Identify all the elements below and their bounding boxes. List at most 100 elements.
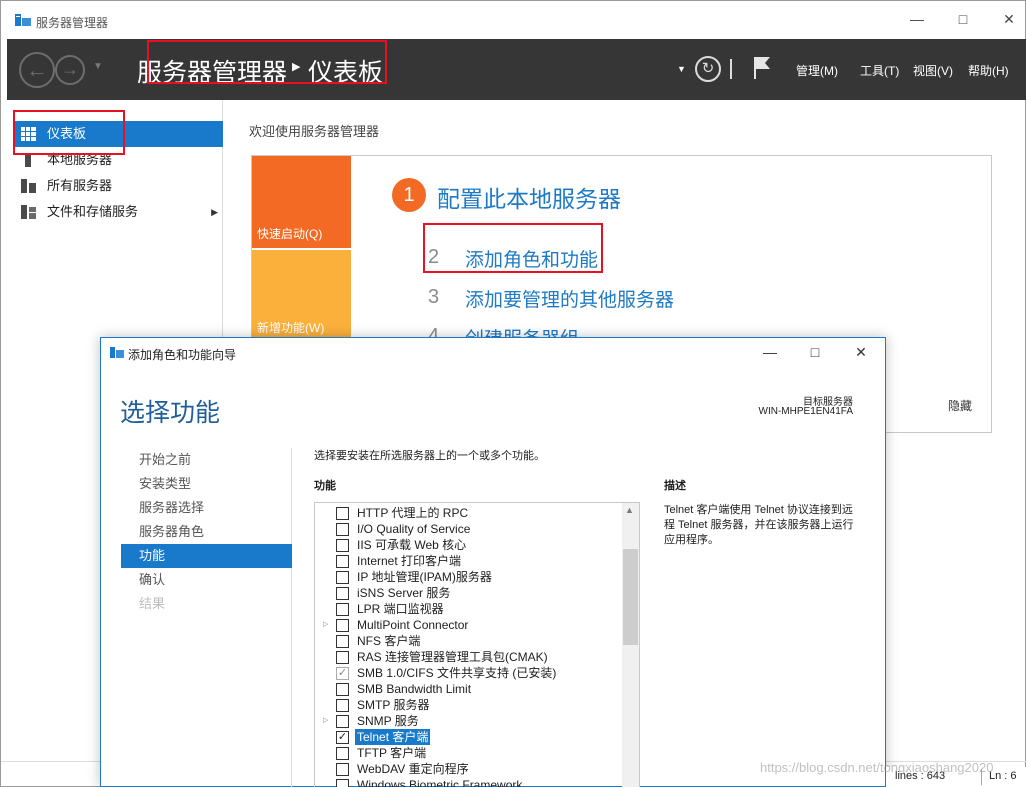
back-arrow-icon[interactable]: ← — [19, 52, 55, 88]
minimize-button[interactable]: — — [906, 11, 928, 31]
feature-row[interactable]: IP 地址管理(IPAM)服务器 — [315, 569, 621, 585]
feature-row[interactable]: I/O Quality of Service — [315, 521, 621, 537]
feature-checkbox[interactable] — [336, 699, 349, 712]
feature-checkbox[interactable] — [336, 651, 349, 664]
feature-label: MultiPoint Connector — [357, 618, 469, 632]
menu-tools[interactable]: 工具(T) — [860, 62, 899, 79]
add-roles-wizard-dialog: 添加角色和功能向导 — □ ✕ 选择功能 目标服务器 WIN-MHPE1EN41… — [100, 337, 886, 787]
feature-row[interactable]: SMB Bandwidth Limit — [315, 681, 621, 697]
close-button[interactable]: ✕ — [998, 11, 1020, 31]
whats-new-tile[interactable]: 新增功能(W) — [252, 250, 351, 342]
features-scrollbar[interactable]: ▲ — [622, 503, 639, 787]
feature-checkbox[interactable] — [336, 523, 349, 536]
feature-checkbox[interactable] — [336, 779, 349, 787]
wizard-maximize-button[interactable]: □ — [805, 344, 825, 362]
feature-checkbox[interactable] — [336, 539, 349, 552]
breadcrumb-dropdown-icon[interactable]: ▼ — [677, 64, 686, 74]
notifications-flag-icon[interactable] — [752, 56, 772, 80]
feature-label: HTTP 代理上的 RPC — [357, 506, 469, 520]
step3-number: 3 — [428, 286, 440, 308]
add-servers-link[interactable]: 添加要管理的其他服务器 — [465, 285, 674, 312]
target-server-name: WIN-MHPE1EN41FA — [758, 406, 853, 417]
feature-label: I/O Quality of Service — [357, 522, 471, 536]
expand-arrow-icon[interactable]: ▷ — [323, 713, 328, 729]
sidebar-item-file-storage[interactable]: 文件和存储服务 ▶ — [13, 199, 223, 225]
step-results: 结果 — [139, 596, 166, 611]
feature-checkbox[interactable] — [336, 683, 349, 696]
feature-row[interactable]: IIS 可承载 Web 核心 — [315, 537, 621, 553]
maximize-button[interactable]: □ — [952, 11, 974, 31]
feature-row[interactable]: TFTP 客户端 — [315, 745, 621, 761]
refresh-icon[interactable]: ↻ — [695, 56, 721, 82]
feature-checkbox[interactable] — [336, 587, 349, 600]
features-list[interactable]: HTTP 代理上的 RPC I/O Quality of Service IIS 可… — [314, 502, 640, 787]
feature-label: SMB 1.0/CIFS 文件共享支持 (已安装) — [357, 666, 557, 680]
server-icon — [25, 153, 31, 167]
feature-row[interactable]: WebDAV 重定向程序 — [315, 761, 621, 777]
description-header: 描述 — [664, 480, 686, 492]
feature-checkbox[interactable] — [336, 571, 349, 584]
feature-row[interactable]: ▷ SNMP 服务 — [315, 713, 621, 729]
feature-checkbox[interactable] — [336, 555, 349, 568]
feature-label: RAS 连接管理器管理工具包(CMAK) — [357, 650, 548, 664]
feature-label: Windows Biometric Framework — [357, 778, 523, 787]
wizard-minimize-button[interactable]: — — [760, 344, 780, 362]
sidebar-item-label: 文件和存储服务 — [47, 204, 139, 219]
watermark: https://blog.csdn.net/tongxiaoshang2020 — [760, 760, 994, 775]
step-installation-type[interactable]: 安装类型 — [121, 472, 292, 496]
scroll-thumb[interactable] — [623, 549, 638, 645]
feature-checkbox[interactable] — [336, 619, 349, 632]
feature-row[interactable]: Internet 打印客户端 — [315, 553, 621, 569]
step-confirmation[interactable]: 确认 — [121, 568, 292, 592]
quick-start-tile[interactable]: 快速启动(Q) — [252, 156, 351, 248]
feature-row[interactable]: iSNS Server 服务 — [315, 585, 621, 601]
scroll-up-icon[interactable]: ▲ — [625, 505, 634, 515]
step-server-selection[interactable]: 服务器选择 — [121, 496, 292, 520]
feature-row[interactable]: SMTP 服务器 — [315, 697, 621, 713]
feature-label: SNMP 服务 — [357, 714, 419, 728]
wizard-heading: 选择功能 — [120, 399, 221, 427]
quick-start-label: 快速启动(Q) — [257, 227, 323, 241]
feature-row[interactable]: ▷ MultiPoint Connector — [315, 617, 621, 633]
feature-checkbox: ✓ — [336, 667, 349, 680]
feature-row[interactable]: Windows Biometric Framework — [315, 777, 621, 787]
feature-row[interactable]: HTTP 代理上的 RPC — [315, 505, 621, 521]
feature-checkbox[interactable] — [336, 507, 349, 520]
step-server-roles[interactable]: 服务器角色 — [121, 520, 292, 544]
whats-new-label: 新增功能(W) — [257, 321, 325, 335]
sidebar-item-all-servers[interactable]: 所有服务器 — [13, 173, 223, 199]
feature-checkbox[interactable] — [336, 747, 349, 760]
feature-checkbox[interactable] — [336, 715, 349, 728]
server-manager-app-icon — [15, 14, 31, 26]
expand-arrow-icon[interactable]: ▷ — [323, 617, 328, 633]
step-before-you-begin[interactable]: 开始之前 — [121, 448, 292, 472]
feature-row[interactable]: RAS 连接管理器管理工具包(CMAK) — [315, 649, 621, 665]
feature-row[interactable]: LPR 端口监视器 — [315, 601, 621, 617]
feature-checkbox[interactable] — [336, 763, 349, 776]
wizard-close-button[interactable]: ✕ — [851, 344, 871, 362]
feature-checkbox[interactable] — [336, 603, 349, 616]
feature-row[interactable]: ✓ SMB 1.0/CIFS 文件共享支持 (已安装) — [315, 665, 621, 681]
history-dropdown-icon[interactable]: ▼ — [93, 61, 103, 72]
feature-description: Telnet 客户端使用 Telnet 协议连接到远程 Telnet 服务器，并… — [664, 504, 854, 546]
feature-label: TFTP 客户端 — [357, 746, 427, 760]
feature-row[interactable]: ✓ Telnet 客户端 — [315, 729, 621, 745]
expand-arrow-icon[interactable]: ▶ — [211, 199, 218, 225]
configure-local-server-link[interactable]: 配置此本地服务器 — [437, 180, 621, 214]
header-divider — [730, 59, 732, 79]
menu-view[interactable]: 视图(V) — [913, 62, 953, 79]
dashboard-highlight — [13, 110, 125, 155]
feature-checkbox[interactable]: ✓ — [336, 731, 349, 744]
menu-help[interactable]: 帮助(H) — [968, 62, 1009, 79]
wizard-title: 添加角色和功能向导 — [128, 348, 237, 362]
feature-label: LPR 端口监视器 — [357, 602, 444, 616]
menu-manage[interactable]: 管理(M) — [796, 62, 838, 79]
hide-link[interactable]: 隐藏 — [948, 397, 972, 414]
feature-label: WebDAV 重定向程序 — [357, 762, 469, 776]
feature-checkbox[interactable] — [336, 635, 349, 648]
feature-row[interactable]: NFS 客户端 — [315, 633, 621, 649]
features-header: 功能 — [314, 480, 336, 492]
step-features[interactable]: 功能 — [121, 544, 292, 568]
forward-arrow-icon[interactable]: → — [55, 55, 85, 85]
window-title: 服务器管理器 — [36, 16, 109, 30]
